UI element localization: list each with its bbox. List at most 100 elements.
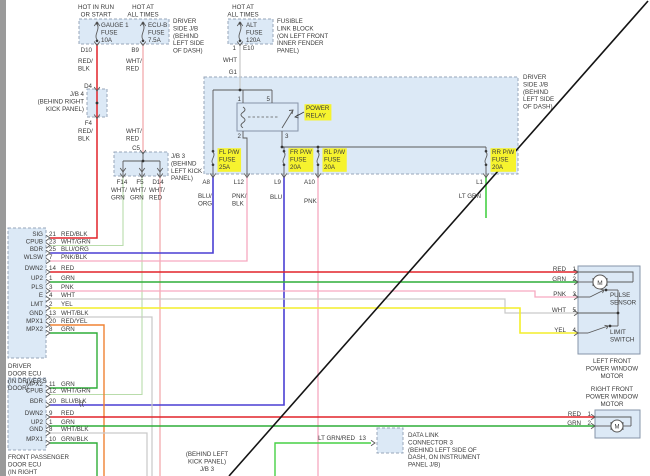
dlc-pin-13: 13: [359, 435, 366, 442]
ecu-num-21: 21: [49, 231, 56, 238]
jb4-label: J/B 4(BEHIND RIGHTKICK PANEL): [38, 91, 85, 113]
junction-dot-4: [96, 102, 99, 105]
relay-pin-2: 2: [238, 133, 242, 140]
lm-col-yel: YEL: [554, 327, 566, 334]
lm-col-pnk: PNK: [553, 291, 567, 298]
ecu-num-14: 14: [49, 265, 56, 272]
wire-lmt-yel: [50, 308, 578, 333]
jb3-label: J/B 3(BEHINDLEFT KICKPANEL): [171, 153, 203, 182]
relay-pin-1: 1: [238, 96, 242, 103]
wire-label-whtgrn-f14: WHT/GRN: [111, 187, 127, 201]
rr-pw-fuse-top: [485, 150, 488, 153]
ecu-num-3: 3: [49, 284, 53, 291]
page-edge-strip: [0, 0, 6, 476]
ecu-pin-wlsw: WLSW: [24, 254, 43, 261]
lm-col-red: RED: [553, 266, 567, 273]
ecu-num-2: 2: [49, 301, 53, 308]
ecu-col-yel: YEL: [61, 301, 73, 308]
wire-label-pnk: PNK: [304, 198, 318, 205]
dlc3-label: DATA LINKCONNECTOR 3(BEHIND LEFT SIDE OF…: [408, 432, 480, 468]
wire-label-whtred-1: WHT/RED: [126, 58, 142, 72]
ecu-pin-gnd: GND: [29, 310, 43, 317]
pin-l1: L1: [476, 179, 483, 186]
ecu-num-25: 25: [49, 246, 56, 253]
pin-chevron-46: [371, 440, 375, 446]
ecu-col-whtgrn: WHT/GRN: [61, 239, 91, 246]
ecu-col-pnk: PNK: [61, 284, 75, 291]
pecu-pin-dwn2: DWN2: [25, 410, 44, 417]
ecu-col-whtblk: WHT/BLK: [61, 310, 89, 317]
ecu-pin-mpx2: MPX2: [26, 326, 43, 333]
wire-label-blu: BLU: [270, 194, 282, 201]
fusible-link-label: FUSIBLELINK BLOCK(ON LEFT FRONTINNER FEN…: [277, 18, 328, 54]
fl-pw-fuse-top: [212, 150, 215, 153]
rm-col-grn: GRN: [567, 420, 581, 427]
ecu-col-grn: GRN: [61, 275, 75, 282]
pin-c5: C5: [132, 145, 140, 152]
lm-num-1: 1: [573, 266, 577, 273]
wire-pls-pnk: [50, 291, 578, 297]
pecu-pin-up2: UP2: [31, 419, 44, 426]
pecu-pin-cpub: CPUB: [26, 388, 43, 395]
wire-red-blk-feed: [50, 44, 97, 238]
ecu-col-grn2: GRN: [61, 326, 75, 333]
ecu-col-redblk: RED/BLK: [61, 231, 88, 238]
ecu-pin-up2: UP2: [31, 275, 44, 282]
fr-pw-fuse-bottom: [283, 164, 286, 167]
junction-dot-0: [239, 89, 242, 92]
pin-d4: D4: [84, 83, 92, 90]
ecu-col-bluorg: BLU/ORG: [61, 246, 89, 253]
ecu-num-7: 7: [49, 254, 53, 261]
hot-at-all-times-label-2: HOT ATALL TIMES: [227, 4, 258, 18]
pecu-pin-gnd: GND: [29, 426, 43, 433]
left-motor-label: LEFT FRONTPOWER WINDOWMOTOR: [586, 358, 638, 380]
wire-label-redblk-2: RED/BLK: [78, 128, 93, 142]
ecu-pin-cpub: CPUB: [26, 239, 43, 246]
data-link-connector-box: [377, 428, 403, 453]
pin-e10: E10: [243, 45, 255, 52]
pin-f14: F14: [117, 179, 128, 186]
junction-dot-5: [617, 312, 620, 315]
ecu-num-20: 20: [49, 318, 56, 325]
pin-e10-number: 1: [233, 45, 237, 52]
pecu-num-9: 9: [49, 410, 53, 417]
relay-pin-5: 5: [267, 96, 271, 103]
jb3-bottom-label: (BEHIND LEFTKICK PANEL)J/B 3: [186, 451, 229, 473]
ecu-num-23: 23: [49, 239, 56, 246]
diagonal-divider-line: [229, 1, 648, 476]
fr-pw-fuse-top: [283, 150, 286, 153]
pecu-col-red: RED: [61, 410, 75, 417]
ecu-num-13: 13: [49, 310, 56, 317]
ecu-col-wht: WHT: [61, 292, 75, 299]
hot-in-run-label: HOT IN RUNOR START: [78, 4, 114, 18]
ecu-pin-bdr: BDR: [30, 246, 44, 253]
pecu-col-grn2: GRN: [61, 419, 75, 426]
passenger-ecu-label: FRONT PASSENGERDOOR ECU(IN RIGHTFRONT DO…: [8, 454, 69, 476]
ecu-num-4: 4: [49, 292, 53, 299]
pin-f5: F5: [136, 179, 144, 186]
rm-num-2: 2: [588, 420, 592, 427]
junction-dot-7: [609, 325, 612, 328]
ecu-pin-pls: PLS: [31, 284, 43, 291]
pecu-col-grnblk: GRN/BLK: [61, 436, 89, 443]
rm-col-red: RED: [568, 411, 582, 418]
lm-num-5: 5: [573, 307, 577, 314]
motor-m-left: M: [597, 280, 602, 287]
pecu-pin-bdr: BDR: [30, 398, 44, 405]
ecu-col-red: RED: [61, 265, 75, 272]
pecu-col-whtblk: WHT/BLK: [61, 426, 89, 433]
pin-d10: D10: [81, 47, 93, 54]
pin-b9: B9: [131, 47, 139, 54]
ecu-col-pnkblk: PNK/BLK: [61, 254, 88, 261]
ecub-fuse-bottom: [142, 40, 145, 43]
ecu-col-redyel: RED/YEL: [61, 318, 88, 325]
wire-label-ltgrnred: LT GRN/RED: [318, 435, 355, 442]
wire-gnd-whtblk: [50, 317, 152, 476]
alt-fuse-bottom: [239, 40, 242, 43]
rm-num-1: 1: [588, 411, 592, 418]
lm-num-4: 4: [573, 327, 577, 334]
node-g1: G1: [229, 69, 238, 76]
lm-col-grn: GRN: [552, 276, 566, 283]
junction-dot-6: [605, 289, 608, 292]
wire-mpx2-grn: [50, 333, 97, 388]
